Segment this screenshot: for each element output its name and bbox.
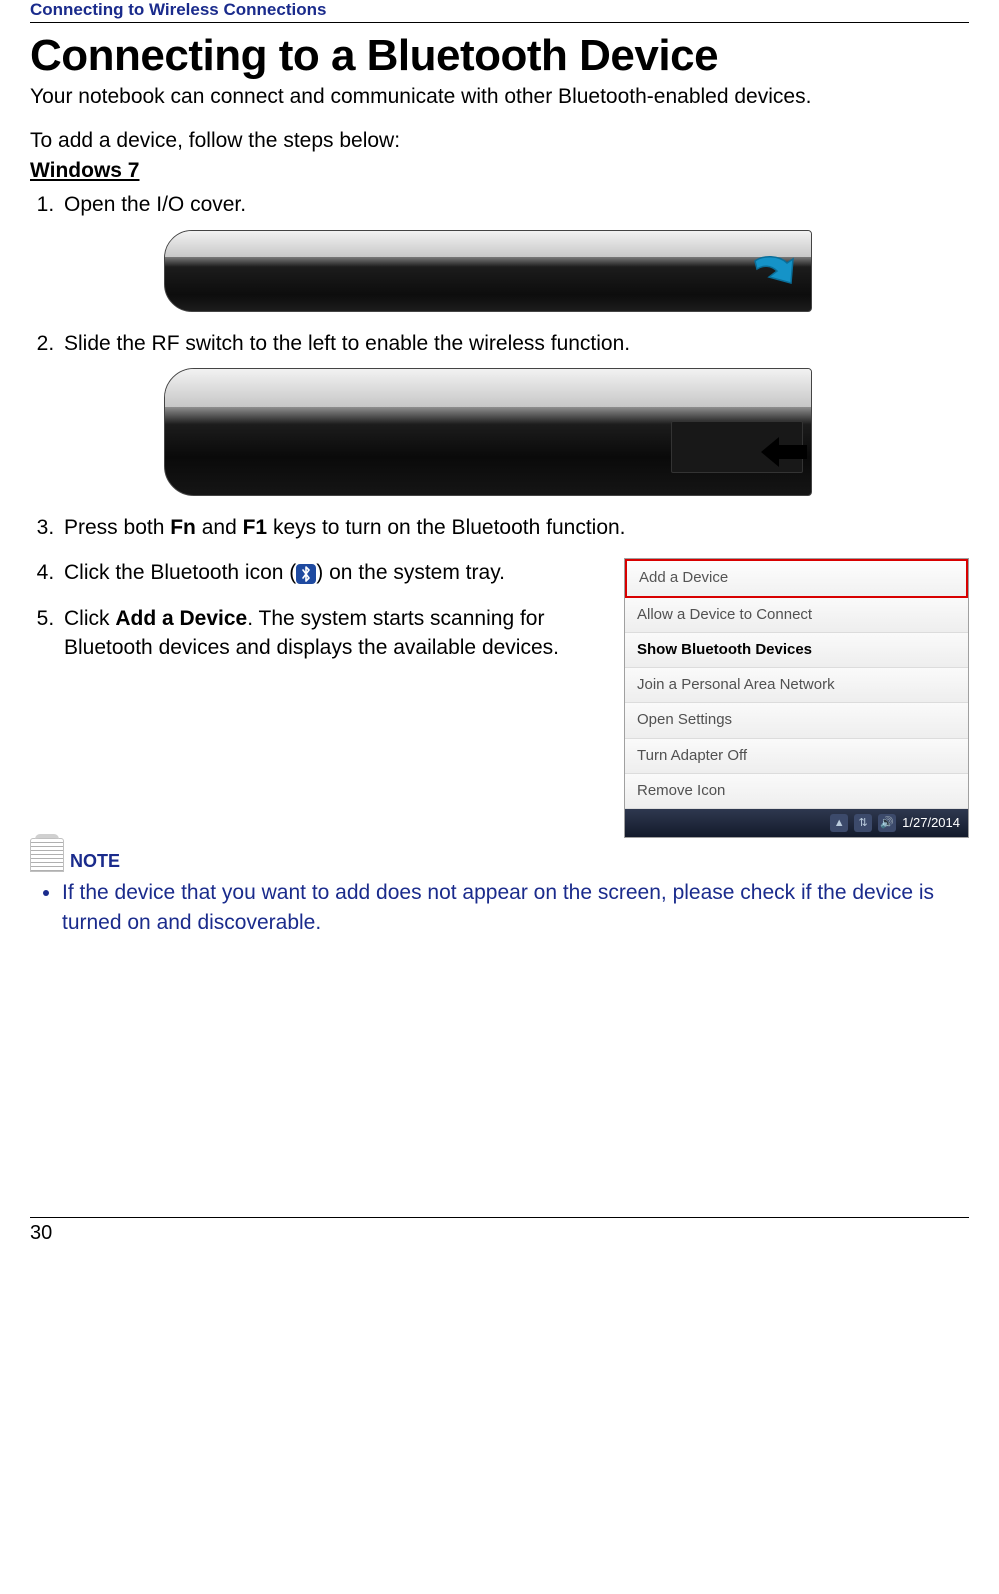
key-f1: F1 xyxy=(243,516,268,539)
key-fn: Fn xyxy=(170,516,196,539)
step-2-text: Slide the RF switch to the left to enabl… xyxy=(64,332,630,355)
menu-show-devices[interactable]: Show Bluetooth Devices xyxy=(625,633,968,668)
step-4-post: ) on the system tray. xyxy=(316,561,505,584)
tray-network-icon[interactable]: ⇅ xyxy=(854,814,872,832)
step-1-text: Open the I/O cover. xyxy=(64,193,246,216)
step-4-pre: Click the Bluetooth icon ( xyxy=(64,561,296,584)
intro-paragraph: Your notebook can connect and communicat… xyxy=(30,83,969,111)
figure-rf-switch xyxy=(164,368,969,496)
section-header: Connecting to Wireless Connections xyxy=(30,0,969,23)
bluetooth-context-menu: Add a Device Allow a Device to Connect S… xyxy=(624,558,969,838)
arrow-left-icon xyxy=(759,435,809,469)
os-heading: Windows 7 xyxy=(30,159,969,183)
page-number: 30 xyxy=(30,1222,52,1244)
menu-turn-off[interactable]: Turn Adapter Off xyxy=(625,739,968,774)
notebook-side-image xyxy=(164,230,812,312)
lead-in-text: To add a device, follow the steps below: xyxy=(30,129,969,153)
note-icon xyxy=(30,838,64,872)
step-3-pre: Press both xyxy=(64,516,170,539)
step-3-mid: and xyxy=(196,516,243,539)
note-block: NOTE If the device that you want to add … xyxy=(30,838,969,937)
bluetooth-icon xyxy=(296,564,316,584)
figure-io-cover xyxy=(164,230,969,312)
page-footer: 30 xyxy=(30,1217,969,1245)
taskbar-date: 1/27/2014 xyxy=(902,814,960,832)
step-1: Open the I/O cover. xyxy=(60,191,969,311)
note-header: NOTE xyxy=(30,838,969,872)
note-item: If the device that you want to add does … xyxy=(62,878,969,937)
note-label: NOTE xyxy=(70,851,120,872)
page-title: Connecting to a Bluetooth Device xyxy=(30,31,969,81)
step-5-pre: Click xyxy=(64,607,115,630)
step-4: Add a Device Allow a Device to Connect S… xyxy=(60,558,969,587)
tray-volume-icon[interactable]: 🔊 xyxy=(878,814,896,832)
step-3: Press both Fn and F1 keys to turn on the… xyxy=(60,514,969,542)
step-2: Slide the RF switch to the left to enabl… xyxy=(60,330,969,496)
note-list: If the device that you want to add does … xyxy=(30,878,969,937)
menu-allow-connect[interactable]: Allow a Device to Connect xyxy=(625,598,968,633)
arrow-down-icon xyxy=(749,253,801,299)
menu-remove-icon[interactable]: Remove Icon xyxy=(625,774,968,809)
step-3-post: keys to turn on the Bluetooth function. xyxy=(267,516,625,539)
taskbar: ▲ ⇅ 🔊 1/27/2014 xyxy=(625,809,968,837)
step-5-bold: Add a Device xyxy=(115,607,247,630)
menu-open-settings[interactable]: Open Settings xyxy=(625,703,968,738)
menu-add-device[interactable]: Add a Device xyxy=(625,559,968,597)
notebook-switch-image xyxy=(164,368,812,496)
menu-join-pan[interactable]: Join a Personal Area Network xyxy=(625,668,968,703)
tray-expand-icon[interactable]: ▲ xyxy=(830,814,848,832)
